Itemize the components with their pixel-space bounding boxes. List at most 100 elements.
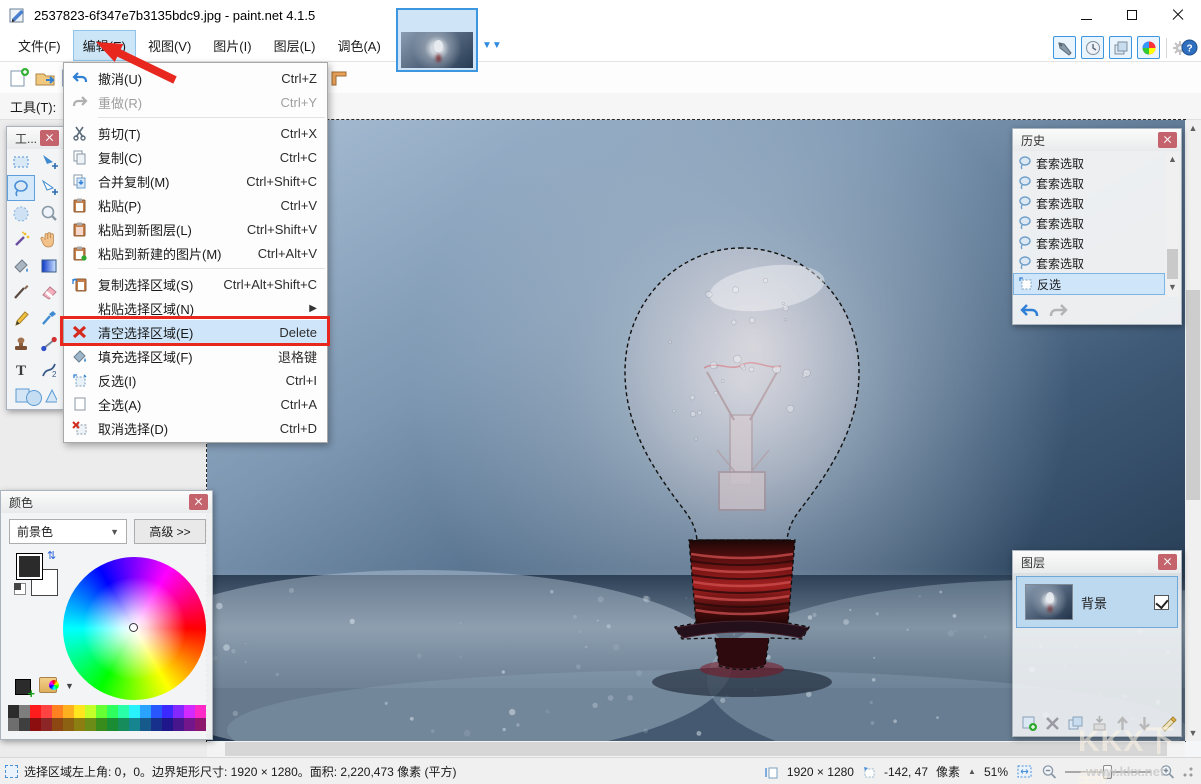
maximize-button[interactable] <box>1109 0 1155 30</box>
palette-swatch[interactable] <box>30 705 41 718</box>
tool-magic-wand[interactable] <box>7 227 35 253</box>
palette-swatch[interactable] <box>41 718 52 731</box>
menu-item-paste[interactable]: 粘贴(P)Ctrl+V <box>64 193 327 217</box>
palette-swatch[interactable] <box>8 718 19 731</box>
palette-swatch[interactable] <box>96 718 107 731</box>
history-item[interactable]: 套索选取 <box>1013 253 1165 273</box>
palette-swatch[interactable] <box>129 718 140 731</box>
menu-item-select-all[interactable]: 全选(A)Ctrl+A <box>64 392 327 416</box>
palette-swatch[interactable] <box>74 718 85 731</box>
history-item[interactable]: 套索选取 <box>1013 193 1165 213</box>
palette-swatch[interactable] <box>19 718 30 731</box>
horizontal-scrollbar[interactable] <box>207 741 1185 757</box>
tool-eraser[interactable] <box>35 279 63 305</box>
scroll-up-icon[interactable]: ▲ <box>1166 153 1179 169</box>
resize-grip[interactable] <box>1183 767 1193 777</box>
toggle-colors-panel-button[interactable] <box>1137 36 1160 59</box>
palette-swatch[interactable] <box>85 705 96 718</box>
history-item[interactable]: 套索选取 <box>1013 153 1165 173</box>
zoom-out-button[interactable] <box>1041 764 1057 780</box>
palette-swatch[interactable] <box>140 705 151 718</box>
fit-to-window-button[interactable] <box>1016 764 1033 779</box>
tools-panel-close-button[interactable] <box>40 130 59 146</box>
tool-rectangle-select[interactable] <box>7 149 35 175</box>
palette-swatch[interactable] <box>184 705 195 718</box>
layer-properties-button[interactable] <box>1159 715 1178 732</box>
swap-colors-icon[interactable]: ⇅ <box>47 549 56 562</box>
history-redo-button[interactable] <box>1047 303 1069 319</box>
menu-view[interactable]: 视图(V) <box>138 30 201 61</box>
colors-panel-titlebar[interactable]: 颜色 <box>1 491 212 513</box>
history-scroll-thumb[interactable] <box>1167 249 1178 279</box>
color-mode-select[interactable]: 前景色 ▼ <box>9 519 127 544</box>
palette-menu-button[interactable] <box>39 677 57 693</box>
menu-item-paste-into-new-layer[interactable]: 粘贴到新图层(L)Ctrl+Shift+V <box>64 217 327 241</box>
horizontal-scroll-thumb[interactable] <box>225 742 1167 756</box>
layers-panel-titlebar[interactable]: 图层 <box>1013 551 1181 573</box>
image-tab-thumbnail[interactable] <box>396 8 478 72</box>
add-layer-button[interactable] <box>1021 715 1038 732</box>
tool-move-selection[interactable] <box>35 175 63 201</box>
palette-swatch[interactable] <box>162 718 173 731</box>
toggle-layers-panel-button[interactable] <box>1109 36 1132 59</box>
color-wheel[interactable] <box>63 557 206 700</box>
history-item[interactable]: 套索选取 <box>1013 173 1165 193</box>
history-item[interactable]: 套索选取 <box>1013 233 1165 253</box>
menu-edit[interactable]: 编辑(E) <box>73 30 136 61</box>
palette-swatch[interactable] <box>151 718 162 731</box>
colors-panel-close-button[interactable] <box>189 494 208 510</box>
palette-swatch[interactable] <box>63 718 74 731</box>
palette-swatch[interactable] <box>41 705 52 718</box>
tool-text[interactable]: T <box>7 357 35 383</box>
palette-swatch[interactable] <box>74 705 85 718</box>
layer-row-background[interactable]: 背景 <box>1016 576 1178 628</box>
menu-item-cut[interactable]: 剪切(T)Ctrl+X <box>64 121 327 145</box>
layers-panel-close-button[interactable] <box>1158 554 1177 570</box>
open-file-button[interactable] <box>34 67 56 89</box>
palette-swatch[interactable] <box>173 705 184 718</box>
history-undo-button[interactable] <box>1019 303 1041 319</box>
tools-panel-titlebar[interactable]: 工... <box>7 127 63 149</box>
palette-swatch[interactable] <box>63 705 74 718</box>
selection-mode-icon[interactable] <box>328 66 350 88</box>
toggle-history-panel-button[interactable] <box>1081 36 1104 59</box>
palette-swatch[interactable] <box>52 718 63 731</box>
history-panel-close-button[interactable] <box>1158 132 1177 148</box>
palette-swatch[interactable] <box>19 705 30 718</box>
history-scrollbar[interactable]: ▲ ▼ <box>1166 153 1179 297</box>
palette-swatch[interactable] <box>118 718 129 731</box>
foreground-color-swatch[interactable] <box>16 553 43 580</box>
tool-paintbrush[interactable] <box>7 279 35 305</box>
menu-file[interactable]: 文件(F) <box>8 30 71 61</box>
palette-swatch[interactable] <box>85 718 96 731</box>
scroll-down-icon[interactable]: ▼ <box>1185 725 1201 741</box>
tool-move-selected-pixels[interactable] <box>35 149 63 175</box>
palette-swatch[interactable] <box>195 705 206 718</box>
palette-swatch[interactable] <box>151 705 162 718</box>
layer-visibility-checkbox[interactable] <box>1154 595 1169 610</box>
add-to-palette-button[interactable] <box>15 679 31 695</box>
zoom-slider[interactable] <box>1065 771 1151 773</box>
history-item-selected[interactable]: 反选 <box>1013 273 1165 295</box>
menu-item-invert-selection[interactable]: 反选(I)Ctrl+I <box>64 368 327 392</box>
palette-swatch[interactable] <box>8 705 19 718</box>
vertical-scrollbar[interactable]: ▲ ▼ <box>1185 120 1201 741</box>
tool-shapes[interactable] <box>7 383 63 409</box>
close-button[interactable] <box>1155 0 1201 30</box>
toggle-tools-panel-button[interactable] <box>1053 36 1076 59</box>
scroll-down-icon[interactable]: ▼ <box>1166 281 1179 297</box>
palette-swatch[interactable] <box>162 705 173 718</box>
tool-line-curve[interactable]: 2 <box>35 357 63 383</box>
palette-swatch[interactable] <box>140 718 151 731</box>
menu-item-fill-selection[interactable]: 填充选择区域(F)退格键 <box>64 344 327 368</box>
tool-pencil[interactable] <box>7 305 35 331</box>
zoom-slider-thumb[interactable] <box>1103 765 1112 779</box>
menu-item-paste-into-new-image[interactable]: 粘贴到新建的图片(M)Ctrl+Alt+V <box>64 241 327 265</box>
palette-swatch[interactable] <box>107 718 118 731</box>
image-list-chevron-icon[interactable]: ▼▼ <box>482 40 499 56</box>
history-panel-titlebar[interactable]: 历史 <box>1013 129 1181 151</box>
tool-pan[interactable] <box>35 227 63 253</box>
palette-swatch[interactable] <box>129 705 140 718</box>
menu-layers[interactable]: 图层(L) <box>264 30 326 61</box>
palette-caret-icon[interactable]: ▼ <box>65 681 74 691</box>
